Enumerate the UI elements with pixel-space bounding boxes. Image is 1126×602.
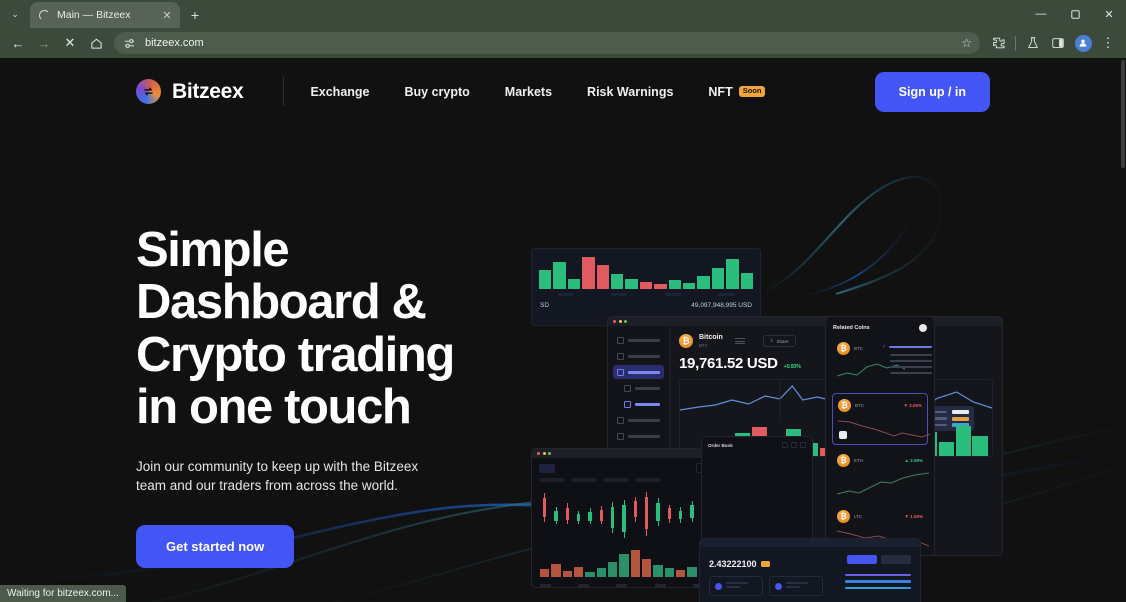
browser-window: ⌄ Main — Bitzeex ✕ + — ✕ ← → ✕ bitzeex.c… [0, 0, 1126, 602]
toolbar-actions: ⋮ [986, 31, 1120, 55]
window-controls: — ✕ [1024, 0, 1126, 28]
labs-flask-icon[interactable] [1021, 31, 1045, 55]
nav-label: Buy crypto [404, 84, 470, 99]
nav-item-buy-crypto[interactable]: Buy crypto [405, 85, 470, 99]
maximize-icon [1070, 9, 1080, 19]
hero-title-line-1: Simple [136, 223, 290, 277]
nav-label: Markets [504, 84, 553, 99]
sign-up-button[interactable]: Sign up / in [874, 71, 990, 112]
bitzeex-logo-icon [136, 79, 161, 104]
address-bar-url[interactable]: bitzeex.com [145, 37, 953, 49]
hero-title-line-4: in one touch [136, 380, 412, 435]
status-text: Waiting for bitzeex.com... [7, 588, 119, 599]
hero-subtitle: Join our community to keep up with the B… [136, 458, 419, 494]
window-minimize-button[interactable]: — [1024, 0, 1058, 28]
address-bar[interactable]: bitzeex.com ☆ [114, 32, 980, 54]
forward-icon[interactable]: → [32, 31, 56, 55]
new-tab-button[interactable]: + [184, 4, 206, 26]
side-panel-icon[interactable] [1046, 31, 1070, 55]
nav-item-markets[interactable]: Markets [505, 85, 552, 99]
hero-title-line-2: Dashboard & [136, 275, 427, 330]
page-viewport: Bitzeex Exchange Buy crypto Markets Risk… [0, 58, 1126, 602]
window-maximize-button[interactable] [1058, 0, 1092, 28]
nav-label: Exchange [310, 84, 370, 99]
nav-item-exchange[interactable]: Exchange [310, 85, 369, 99]
nav-label: Risk Warnings [587, 84, 674, 99]
hero-title-line-3: Crypto trading [136, 327, 455, 382]
page-title: Simple Dashboard & Crypto trading in one… [136, 224, 466, 434]
status-bar: Waiting for bitzeex.com... [0, 585, 126, 602]
toolbar-divider [1015, 35, 1016, 51]
back-icon[interactable]: ← [6, 31, 30, 55]
extensions-puzzle-icon[interactable] [986, 31, 1010, 55]
nav-item-risk-warnings[interactable]: Risk Warnings [587, 85, 673, 99]
page-scrollbar[interactable] [1120, 58, 1126, 602]
browser-menu-icon[interactable]: ⋮ [1096, 31, 1120, 55]
mockup-wallet-progress [845, 573, 911, 594]
scrollbar-thumb[interactable] [1121, 60, 1125, 168]
mockup-wallet-card [709, 576, 763, 596]
browser-toolbar: ← → ✕ bitzeex.com ☆ ⋮ [0, 28, 1126, 58]
nav-item-nft[interactable]: NFT Soon [708, 84, 766, 99]
get-started-button[interactable]: Get started now [136, 524, 295, 568]
stop-loading-icon[interactable]: ✕ [58, 31, 82, 55]
header-divider [283, 77, 285, 106]
nft-soon-badge: Soon [738, 85, 766, 98]
profile-avatar-button[interactable] [1071, 31, 1095, 55]
nav-label: NFT [708, 84, 733, 99]
avatar [1074, 34, 1092, 52]
home-icon[interactable] [84, 31, 108, 55]
mockup-wallet-card [769, 576, 823, 596]
browser-tab[interactable]: Main — Bitzeex ✕ [30, 2, 180, 28]
site-settings-icon[interactable] [122, 36, 137, 51]
brand-name: Bitzeex [172, 79, 244, 103]
tab-loading-spinner-icon [39, 9, 50, 21]
window-close-button[interactable]: ✕ [1092, 0, 1126, 28]
brand-logo[interactable]: Bitzeex [136, 79, 244, 104]
tab-title: Main — Bitzeex [57, 9, 131, 21]
tab-search-chevron-icon[interactable]: ⌄ [2, 1, 28, 27]
site-header: Bitzeex Exchange Buy crypto Markets Risk… [0, 58, 1126, 125]
exchange-arrows-icon [144, 87, 153, 96]
hero-text-column: Simple Dashboard & Crypto trading in one… [136, 125, 466, 568]
bookmark-star-icon[interactable]: ☆ [961, 36, 972, 50]
tab-close-icon[interactable]: ✕ [160, 9, 174, 22]
hero-section: Simple Dashboard & Crypto trading in one… [0, 125, 1126, 568]
site-nav: Exchange Buy crypto Markets Risk Warning… [310, 84, 766, 99]
tab-strip: ⌄ Main — Bitzeex ✕ + — ✕ [0, 0, 1126, 28]
